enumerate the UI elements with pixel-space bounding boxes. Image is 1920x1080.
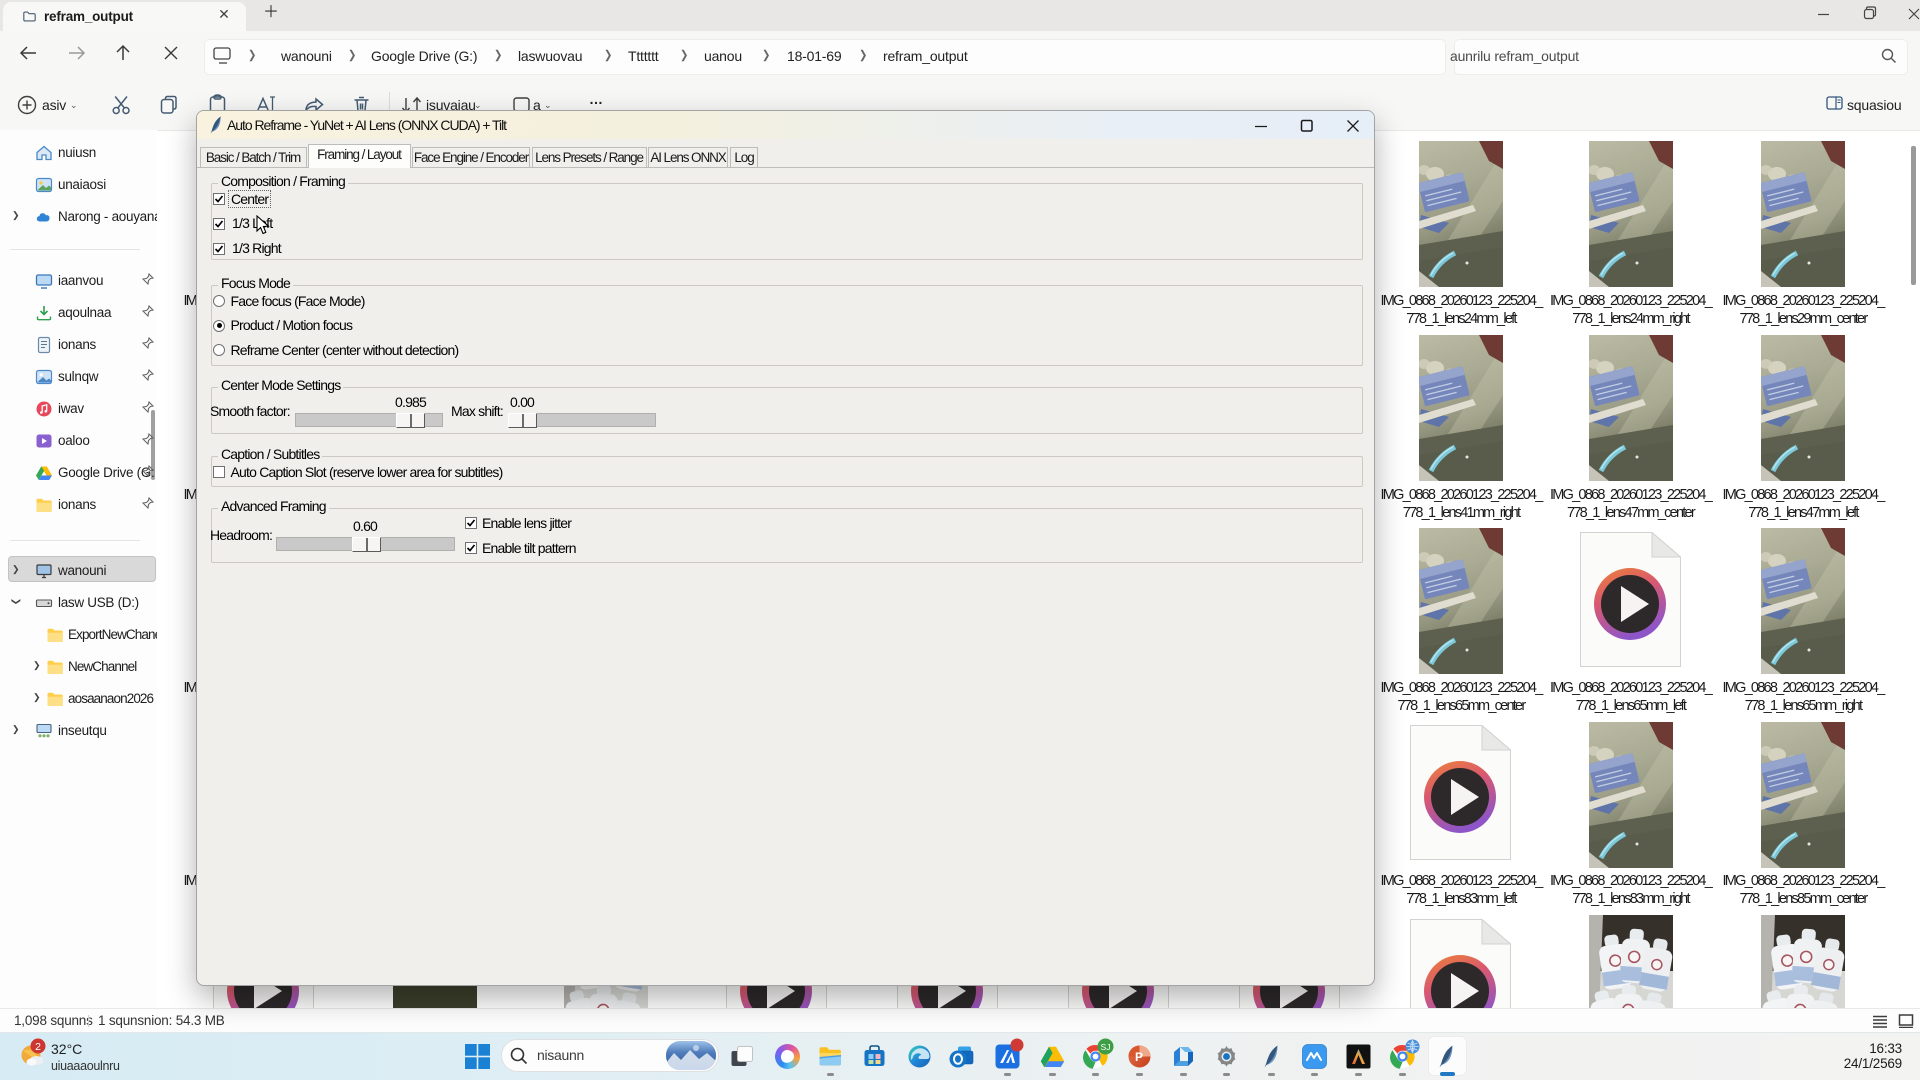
svg-text:P: P <box>1135 1050 1143 1064</box>
svg-text:2: 2 <box>35 1041 41 1053</box>
svg-text:SJ: SJ <box>1101 1042 1111 1052</box>
